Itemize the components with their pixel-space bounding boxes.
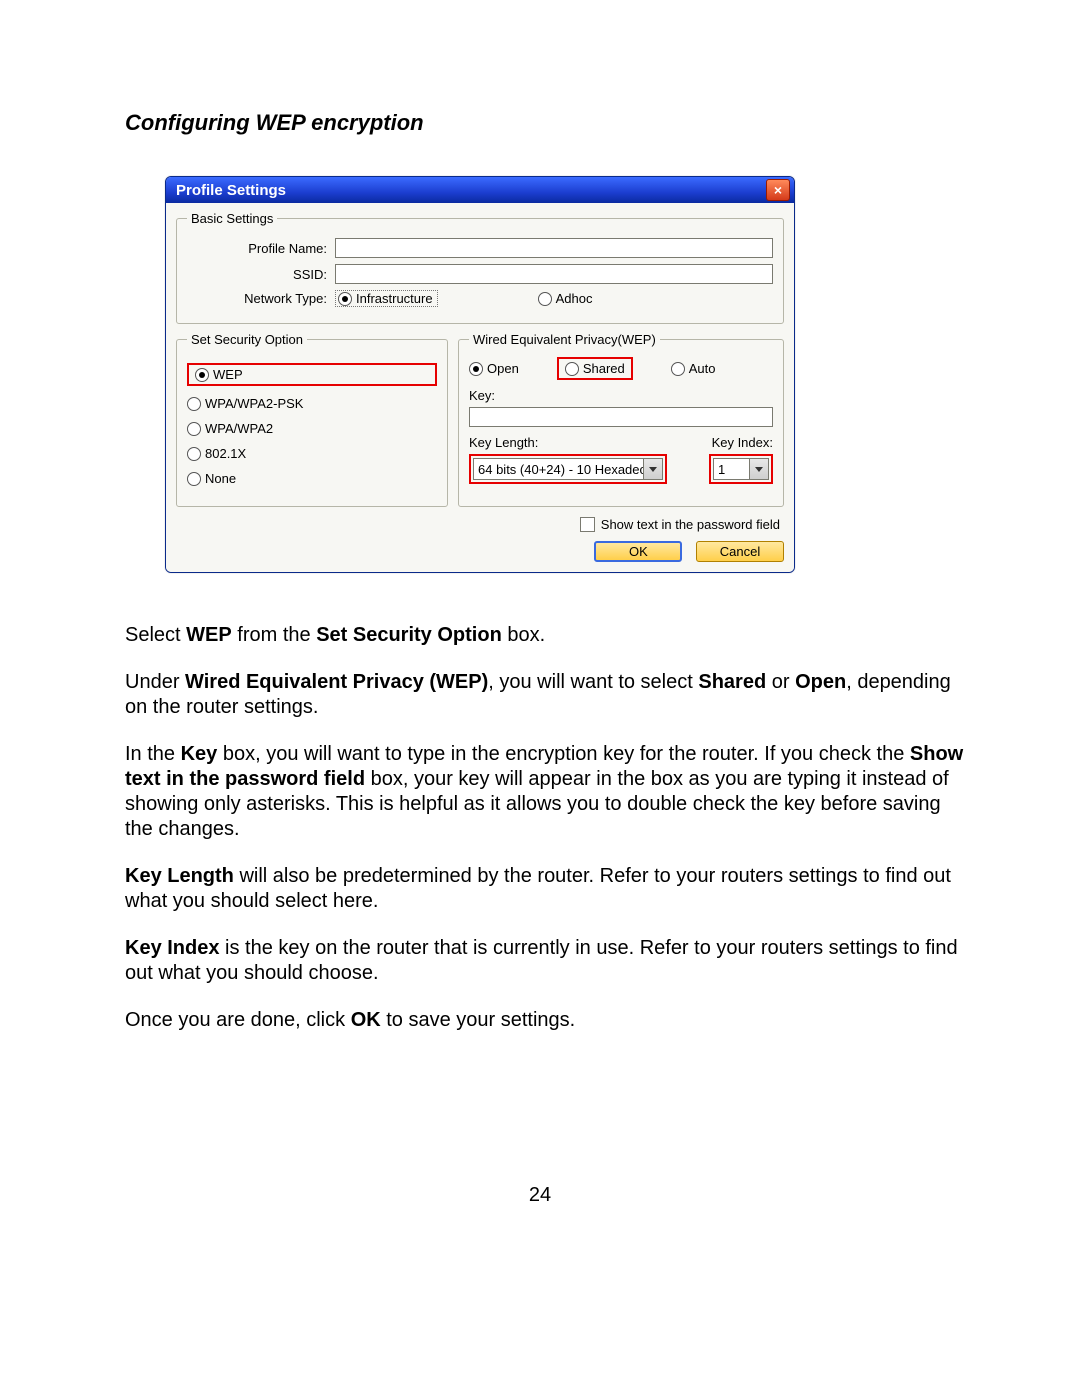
radio-dot-icon bbox=[187, 447, 201, 461]
key-index-value: 1 bbox=[714, 462, 749, 477]
radio-dot-icon bbox=[338, 292, 352, 306]
text-bold: Open bbox=[795, 671, 846, 693]
radio-wpa[interactable]: WPA/WPA2 bbox=[187, 421, 437, 436]
text-bold: WEP bbox=[186, 624, 232, 646]
profile-settings-dialog: Profile Settings × Basic Settings Profil… bbox=[165, 176, 795, 573]
ssid-input[interactable] bbox=[335, 264, 773, 284]
radio-wpa-label: WPA/WPA2 bbox=[205, 421, 273, 436]
radio-wpa-psk[interactable]: WPA/WPA2-PSK bbox=[187, 396, 437, 411]
radio-dot-icon bbox=[538, 292, 552, 306]
radio-shared[interactable]: Shared bbox=[557, 357, 633, 380]
radio-wep[interactable]: WEP bbox=[187, 363, 437, 386]
radio-adhoc-label: Adhoc bbox=[556, 291, 593, 306]
radio-dot-icon bbox=[195, 368, 209, 382]
show-text-label: Show text in the password field bbox=[601, 517, 780, 532]
radio-shared-label: Shared bbox=[583, 361, 625, 376]
radio-none-label: None bbox=[205, 471, 236, 486]
show-text-checkbox[interactable]: Show text in the password field bbox=[580, 517, 780, 532]
instruction-p2: Under Wired Equivalent Privacy (WEP), yo… bbox=[125, 670, 965, 720]
wep-group: Wired Equivalent Privacy(WEP) Open Share… bbox=[458, 332, 784, 507]
radio-auto-label: Auto bbox=[689, 361, 716, 376]
text: box, you will want to type in the encryp… bbox=[217, 743, 910, 765]
text-bold: OK bbox=[351, 1009, 381, 1031]
key-length-label: Key Length: bbox=[469, 435, 538, 450]
security-option-group: Set Security Option WEP WPA/WPA2-PSK bbox=[176, 332, 448, 507]
text: to save your settings. bbox=[381, 1009, 576, 1031]
radio-open[interactable]: Open bbox=[469, 361, 519, 376]
radio-dot-icon bbox=[469, 362, 483, 376]
text: Select bbox=[125, 624, 186, 646]
instruction-p6: Once you are done, click OK to save your… bbox=[125, 1008, 965, 1033]
text: from the bbox=[232, 624, 316, 646]
text-bold: Wired Equivalent Privacy (WEP) bbox=[185, 671, 488, 693]
key-length-highlight: 64 bits (40+24) - 10 Hexadeci bbox=[469, 454, 667, 484]
text: will also be predetermined by the router… bbox=[125, 865, 951, 912]
instruction-p5: Key Index is the key on the router that … bbox=[125, 936, 965, 986]
radio-dot-icon bbox=[187, 472, 201, 486]
text-bold: Shared bbox=[698, 671, 766, 693]
chevron-down-icon bbox=[749, 459, 768, 479]
text-bold: Key Length bbox=[125, 865, 234, 887]
profile-name-label: Profile Name: bbox=[187, 241, 335, 256]
wep-legend: Wired Equivalent Privacy(WEP) bbox=[469, 332, 660, 347]
text: or bbox=[766, 671, 795, 693]
network-type-label: Network Type: bbox=[187, 291, 335, 306]
close-icon[interactable]: × bbox=[766, 179, 790, 201]
radio-wep-label: WEP bbox=[213, 367, 243, 382]
cancel-button[interactable]: Cancel bbox=[696, 541, 784, 562]
radio-dot-icon bbox=[187, 397, 201, 411]
radio-none[interactable]: None bbox=[187, 471, 437, 486]
checkbox-box-icon bbox=[580, 517, 595, 532]
radio-infrastructure[interactable]: Infrastructure bbox=[335, 290, 438, 307]
text-bold: Key Index bbox=[125, 937, 219, 959]
page-number: 24 bbox=[0, 1184, 1080, 1207]
text: is the key on the router that is current… bbox=[125, 937, 958, 984]
radio-8021x[interactable]: 802.1X bbox=[187, 446, 437, 461]
dialog-title: Profile Settings bbox=[176, 182, 286, 199]
section-heading: Configuring WEP encryption bbox=[125, 110, 965, 136]
key-index-select[interactable]: 1 bbox=[713, 458, 769, 480]
text-bold: Key bbox=[181, 743, 218, 765]
security-option-legend: Set Security Option bbox=[187, 332, 307, 347]
key-length-select[interactable]: 64 bits (40+24) - 10 Hexadeci bbox=[473, 458, 663, 480]
key-index-highlight: 1 bbox=[709, 454, 773, 484]
wep-key-input[interactable] bbox=[469, 407, 773, 427]
instruction-p3: In the Key box, you will want to type in… bbox=[125, 742, 965, 842]
key-label: Key: bbox=[469, 388, 495, 403]
instruction-p4: Key Length will also be predetermined by… bbox=[125, 864, 965, 914]
basic-settings-group: Basic Settings Profile Name: SSID: Netwo… bbox=[176, 211, 784, 324]
text: box. bbox=[502, 624, 545, 646]
text: In the bbox=[125, 743, 181, 765]
profile-name-input[interactable] bbox=[335, 238, 773, 258]
ssid-label: SSID: bbox=[187, 267, 335, 282]
chevron-down-icon bbox=[643, 459, 662, 479]
radio-open-label: Open bbox=[487, 361, 519, 376]
ok-button[interactable]: OK bbox=[594, 541, 682, 562]
text-bold: Set Security Option bbox=[316, 624, 502, 646]
radio-adhoc[interactable]: Adhoc bbox=[538, 291, 593, 306]
text: Under bbox=[125, 671, 185, 693]
text: Once you are done, click bbox=[125, 1009, 351, 1031]
radio-auto[interactable]: Auto bbox=[671, 361, 716, 376]
radio-8021x-label: 802.1X bbox=[205, 446, 246, 461]
key-length-value: 64 bits (40+24) - 10 Hexadeci bbox=[474, 462, 643, 477]
radio-dot-icon bbox=[565, 362, 579, 376]
instruction-p1: Select WEP from the Set Security Option … bbox=[125, 623, 965, 648]
basic-settings-legend: Basic Settings bbox=[187, 211, 277, 226]
key-index-label: Key Index: bbox=[712, 435, 773, 450]
radio-dot-icon bbox=[187, 422, 201, 436]
radio-dot-icon bbox=[671, 362, 685, 376]
text: , you will want to select bbox=[488, 671, 698, 693]
radio-wpa-psk-label: WPA/WPA2-PSK bbox=[205, 396, 303, 411]
titlebar: Profile Settings × bbox=[166, 177, 794, 203]
radio-infrastructure-label: Infrastructure bbox=[356, 291, 433, 306]
